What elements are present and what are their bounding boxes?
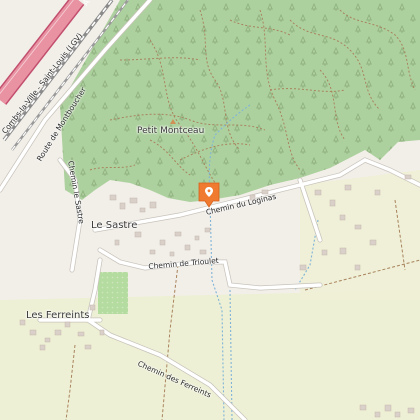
- les-ferreints-label: Les Ferreints: [26, 310, 90, 321]
- map-canvas[interactable]: A Combs-la-Ville - Saint-Louis (LGV) Rou…: [0, 0, 420, 420]
- location-marker[interactable]: [197, 181, 221, 209]
- le-sastre-label: Le Sastre: [91, 220, 138, 231]
- map-pin-icon: [198, 182, 220, 208]
- petit-montceau-label: Petit Montceau: [137, 126, 205, 136]
